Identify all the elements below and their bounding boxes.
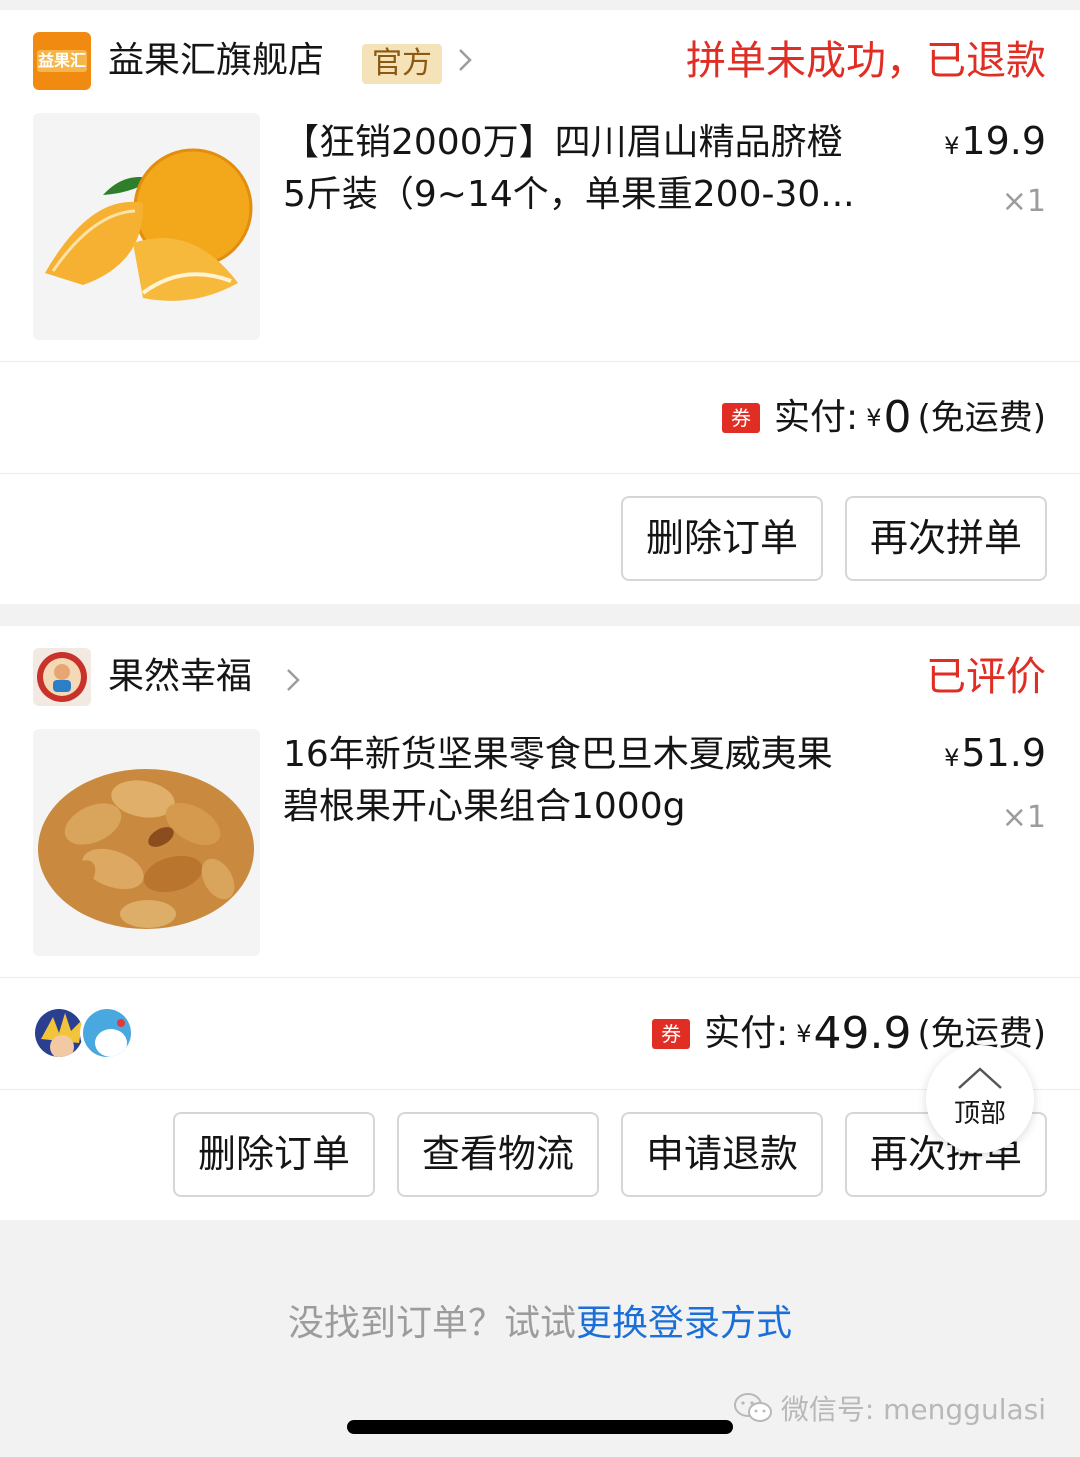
paid-currency: ¥ [796, 1020, 812, 1048]
wechat-icon [733, 1393, 772, 1422]
chevron-right-icon[interactable] [452, 47, 478, 73]
order-status: 已评价 [926, 654, 1046, 700]
shop-name[interactable]: 益果汇旗舰店 [108, 38, 324, 84]
delete-order-button[interactable]: 删除订单 [621, 496, 823, 581]
shop-logo [33, 648, 91, 706]
divider [0, 1089, 1080, 1090]
order-card-1: 益果汇 益果汇旗舰店 官方 拼单未成功，已退款 【狂销2000万】四川眉山精品脐… [0, 10, 1080, 604]
delete-order-button[interactable]: 删除订单 [173, 1112, 375, 1197]
product-title-line-2: 5斤装（9~14个，单果重200-30... [283, 174, 855, 215]
divider [0, 361, 1080, 362]
shipping-note: (免运费) [917, 398, 1046, 438]
divider [0, 473, 1080, 474]
order-card-2: 果然幸福 已评价 16年新货坚果零食巴旦木夏威夷果 碧根果开心果组合1000g … [0, 626, 1080, 1220]
product-price: ¥19.9 [944, 118, 1046, 169]
product-image-orange[interactable] [33, 113, 260, 340]
shop-name[interactable]: 果然幸福 [108, 654, 252, 700]
paid-summary: 券 实付: ¥ 0 (免运费) [722, 394, 1046, 442]
product-image-nuts[interactable] [33, 729, 260, 956]
reorder-button[interactable]: 再次拼单 [845, 496, 1047, 581]
product-title-line-1: 16年新货坚果零食巴旦木夏威夷果 [283, 734, 833, 775]
paid-label: 实付: [704, 1013, 789, 1054]
chevron-right-icon[interactable] [280, 667, 306, 693]
order-missing-tip: 没找到订单？试试更换登录方式 [0, 1300, 1080, 1348]
paid-amount: 0 [883, 392, 912, 443]
shop-header[interactable]: 果然幸福 已评价 [0, 626, 1080, 726]
request-refund-button[interactable]: 申请退款 [621, 1112, 823, 1197]
tip-text: 没找到订单？试试 [287, 1303, 576, 1344]
back-to-top-button[interactable]: 顶部 [926, 1045, 1034, 1153]
shop-logo-text: 益果汇 [37, 51, 86, 70]
paid-amount: 49.9 [813, 1008, 912, 1059]
shop-header[interactable]: 益果汇 益果汇旗舰店 官方 拼单未成功，已退款 [0, 10, 1080, 110]
view-logistics-button[interactable]: 查看物流 [397, 1112, 599, 1197]
coupon-icon: 券 [722, 403, 761, 433]
switch-login-link[interactable]: 更换登录方式 [576, 1303, 792, 1344]
paid-currency: ¥ [866, 404, 882, 432]
price-value: 51.9 [961, 731, 1046, 775]
product-title-line-1: 【狂销2000万】四川眉山精品脐橙 [283, 122, 843, 163]
order-status: 拼单未成功，已退款 [686, 38, 1046, 84]
participant-avatar [32, 1006, 86, 1060]
participant-avatar [80, 1006, 134, 1060]
product-title[interactable]: 【狂销2000万】四川眉山精品脐橙 5斤装（9~14个，单果重200-30... [283, 117, 903, 221]
paid-label: 实付: [774, 397, 859, 438]
product-title[interactable]: 16年新货坚果零食巴旦木夏威夷果 碧根果开心果组合1000g [283, 729, 903, 833]
product-quantity: ×1 [1001, 184, 1046, 219]
product-title-line-2: 碧根果开心果组合1000g [283, 786, 686, 827]
price-value: 19.9 [961, 119, 1046, 163]
chevron-up-icon [958, 1067, 1002, 1089]
price-currency: ¥ [944, 132, 960, 160]
divider [0, 977, 1080, 978]
price-currency: ¥ [944, 744, 960, 772]
product-quantity: ×1 [1001, 800, 1046, 835]
home-indicator[interactable] [347, 1420, 733, 1434]
shop-logo: 益果汇 [33, 32, 91, 90]
wechat-watermark: 微信号: menggulasi [733, 1388, 1046, 1428]
back-to-top-label: 顶部 [953, 1099, 1006, 1129]
official-badge: 官方 [362, 44, 442, 84]
product-price: ¥51.9 [944, 730, 1046, 781]
watermark-text: 微信号: menggulasi [780, 1393, 1046, 1426]
coupon-icon: 券 [652, 1019, 691, 1049]
